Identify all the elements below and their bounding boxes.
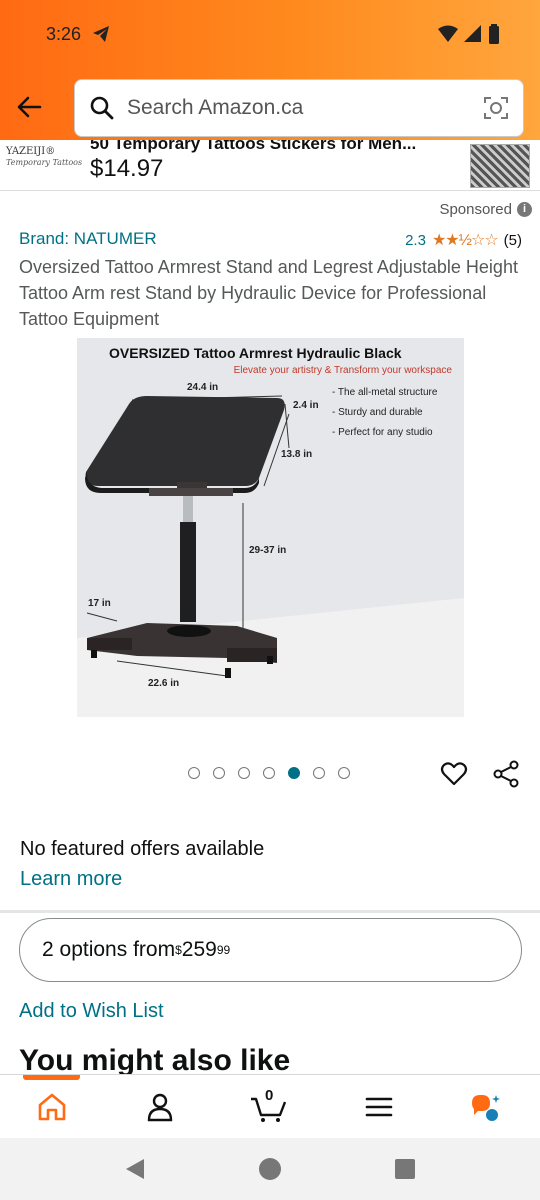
dim-base-depth: 17 in [88,598,111,609]
system-recents-icon[interactable] [394,1158,416,1180]
dim-height: 29-37 in [249,545,287,556]
product-title: Oversized Tattoo Armrest Stand and Legre… [19,257,518,329]
carousel-dot[interactable] [238,767,250,779]
learn-more-link[interactable]: Learn more [20,868,122,891]
price-whole: 259 [181,938,217,961]
dim-top-width: 24.4 in [187,382,219,393]
image-feature: - The all-metal structure [332,387,438,398]
ad-thumbnail[interactable] [470,144,530,188]
ad-price: $14.97 [90,155,164,182]
battery-icon [489,24,499,44]
price-symbol: $ [175,943,182,957]
telegram-icon [93,26,110,42]
ad-brand-sub: Temporary Tattoos [6,158,83,167]
dim-depth: 13.8 in [281,449,313,460]
system-nav-bar [0,1138,540,1200]
back-arrow-icon[interactable] [14,92,44,122]
menu-icon[interactable] [361,1091,397,1123]
share-icon[interactable] [492,760,520,788]
options-prefix: 2 options from [42,938,176,961]
search-bar[interactable]: Search Amazon.ca [74,79,524,137]
heart-icon[interactable] [440,760,468,788]
info-icon[interactable]: i [517,202,532,217]
carousel-dot[interactable] [213,767,225,779]
rating-summary[interactable]: 2.3 ★★½☆☆ (5) [405,230,522,250]
signal-icon [464,25,481,42]
system-back-icon[interactable] [124,1158,146,1180]
image-feature: - Sturdy and durable [332,407,423,418]
carousel-dot[interactable] [338,767,350,779]
dim-base-width: 22.6 in [148,678,180,689]
wifi-icon [438,25,458,42]
no-offers-text: No featured offers available [20,838,265,860]
status-bar: 3:26 [46,20,500,48]
carousel-dot-active[interactable] [288,767,300,779]
also-like-heading: You might also like [19,1044,291,1074]
account-icon[interactable] [142,1091,178,1123]
system-home-icon[interactable] [258,1157,282,1181]
status-icons [438,24,500,44]
home-icon[interactable] [34,1091,70,1123]
bottom-nav: 0 [0,1074,540,1138]
price-cents: 99 [216,943,231,957]
star-rating-icon: ★★½☆☆ [431,232,499,249]
carousel-dot[interactable] [263,767,275,779]
brand-link[interactable]: Brand: NATUMER [19,229,157,249]
rufus-icon[interactable] [468,1091,504,1123]
image-subheadline: Elevate your artistry & Transform your w… [233,365,452,376]
search-icon [90,96,114,120]
sponsored-text: Sponsored [439,201,512,218]
product-image[interactable]: OVERSIZED Tattoo Armrest Hydraulic Black… [77,338,464,717]
ad-brand-name: YAZEIJI® [6,146,56,157]
add-to-wishlist-link[interactable]: Add to Wish List [19,1000,164,1023]
search-input[interactable]: Search Amazon.ca [127,96,483,120]
ad-brand-logo: YAZEIJI® Temporary Tattoos [6,146,82,168]
image-headline: OVERSIZED Tattoo Armrest Hydraulic Black [109,345,402,361]
active-tab-indicator [23,1075,80,1080]
sponsored-label[interactable]: Sponsored i [439,201,532,218]
app-header: 3:26 Search Amazon.ca [0,0,540,146]
sponsored-banner[interactable]: YAZEIJI® Temporary Tattoos 50 Temporary … [0,140,540,191]
carousel-dot[interactable] [313,767,325,779]
camera-search-icon[interactable] [483,95,509,121]
section-divider [0,910,540,913]
options-button[interactable]: 2 options from $ 259 99 [19,918,522,982]
cart-button[interactable]: 0 [250,1087,287,1123]
carousel-indicator[interactable] [188,767,350,779]
dim-thickness: 2.4 in [293,400,319,411]
carousel-dot[interactable] [188,767,200,779]
image-feature: - Perfect for any studio [332,427,433,438]
rating-value: 2.3 [405,231,426,249]
rating-count: (5) [503,231,522,249]
cart-count: 0 [265,1087,274,1104]
status-time: 3:26 [46,23,82,44]
